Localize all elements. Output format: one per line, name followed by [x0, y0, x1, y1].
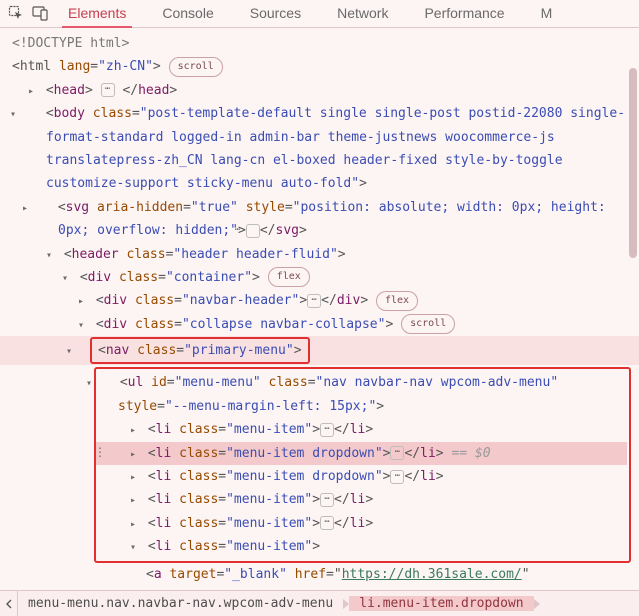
pill-scroll[interactable]: scroll — [169, 57, 223, 77]
expand-toggle-icon[interactable] — [130, 535, 140, 558]
devtools-toolbar: Elements Console Sources Network Perform… — [0, 0, 639, 28]
dom-line-li-selected[interactable]: ⋮ <li class="menu-item dropdown">⋯</li> … — [96, 442, 627, 465]
breadcrumb-segment-active[interactable]: li.menu-item.dropdown — [349, 596, 533, 611]
expand-toggle-icon[interactable] — [130, 488, 140, 511]
expand-toggle-icon[interactable] — [28, 102, 38, 125]
breadcrumb-scroll-left-icon[interactable] — [0, 591, 18, 616]
dom-line-li-3[interactable]: <li class="menu-item dropdown">⋯</li> — [96, 465, 627, 488]
dom-line-doctype[interactable]: <!DOCTYPE html> — [0, 32, 639, 55]
expand-toggle-icon[interactable] — [66, 339, 76, 362]
dom-line-svg[interactable]: <svg aria-hidden="true" style="position:… — [0, 196, 639, 243]
dom-line-container[interactable]: <div class="container"> flex — [0, 266, 639, 289]
expand-toggle-icon[interactable] — [62, 266, 72, 289]
dom-line-li-1[interactable]: <li class="menu-item">⋯</li> — [96, 418, 627, 441]
dom-line-li-5[interactable]: <li class="menu-item">⋯</li> — [96, 512, 627, 535]
dom-line-html[interactable]: <html lang="zh-CN"> scroll — [0, 55, 639, 78]
ellipsis-icon[interactable]: ⋯ — [246, 224, 260, 238]
ellipsis-icon[interactable]: ⋯ — [320, 516, 334, 530]
expand-toggle-icon[interactable] — [40, 196, 50, 219]
expand-toggle-icon[interactable] — [130, 512, 140, 535]
inspect-element-icon[interactable] — [8, 5, 24, 21]
nav-element-highlight-box: <nav class="primary-menu"> — [90, 337, 310, 364]
tab-console[interactable]: Console — [158, 5, 217, 27]
toolbar-icons — [8, 5, 50, 27]
tab-sources[interactable]: Sources — [246, 5, 305, 27]
dom-line-anchor[interactable]: <a target="_blank" href="https://dh.361s… — [0, 563, 639, 586]
dom-line-ul[interactable]: <ul id="menu-menu" class="nav navbar-nav… — [96, 371, 627, 418]
dom-line-collapse[interactable]: <div class="collapse navbar-collapse"> s… — [0, 313, 639, 336]
expand-toggle-icon[interactable] — [28, 79, 38, 102]
dom-line-navbar-header[interactable]: <div class="navbar-header">⋯</div> flex — [0, 289, 639, 312]
breadcrumb: menu-menu.nav.navbar-nav.wpcom-adv-menu … — [0, 590, 639, 616]
ellipsis-icon[interactable]: ⋯ — [390, 470, 404, 484]
tab-elements[interactable]: Elements — [64, 5, 130, 27]
tab-more-truncated[interactable]: M — [537, 5, 557, 27]
expand-toggle-icon[interactable] — [102, 371, 112, 394]
ellipsis-icon[interactable]: ⋯ — [101, 83, 115, 97]
pill-flex[interactable]: flex — [268, 267, 310, 287]
tab-network[interactable]: Network — [333, 5, 392, 27]
dom-line-li-4[interactable]: <li class="menu-item">⋯</li> — [96, 488, 627, 511]
dom-line-nav[interactable]: <nav class="primary-menu"> — [0, 336, 639, 365]
ellipsis-icon[interactable]: ⋯ — [320, 423, 334, 437]
selection-indicator-icon: ⋮ — [94, 443, 106, 465]
ellipsis-icon[interactable]: ⋯ — [307, 294, 321, 308]
ellipsis-icon[interactable]: ⋯ — [320, 493, 334, 507]
expand-toggle-icon[interactable] — [130, 418, 140, 441]
expand-toggle-icon[interactable] — [46, 243, 56, 266]
vertical-scrollbar-thumb[interactable] — [629, 68, 637, 258]
ellipsis-icon[interactable]: ⋯ — [390, 446, 404, 460]
device-toolbar-icon[interactable] — [32, 5, 50, 21]
ul-children-highlight-box: <ul id="menu-menu" class="nav navbar-nav… — [94, 367, 631, 562]
dom-line-body[interactable]: <body class="post-template-default singl… — [0, 102, 639, 196]
expand-toggle-icon[interactable] — [78, 313, 88, 336]
tab-performance[interactable]: Performance — [420, 5, 508, 27]
devtools-tabs: Elements Console Sources Network Perform… — [64, 0, 556, 27]
pill-flex[interactable]: flex — [376, 291, 418, 311]
dom-line-head[interactable]: <head> ⋯ </head> — [0, 79, 639, 102]
pill-scroll[interactable]: scroll — [401, 314, 455, 334]
expand-toggle-icon[interactable] — [130, 465, 140, 488]
breadcrumb-segment[interactable]: menu-menu.nav.navbar-nav.wpcom-adv-menu — [18, 596, 343, 611]
breadcrumb-separator-icon — [534, 599, 540, 609]
dom-tree-panel[interactable]: <!DOCTYPE html> <html lang="zh-CN"> scro… — [0, 28, 639, 586]
dom-line-header[interactable]: <header class="header header-fluid"> — [0, 243, 639, 266]
dom-line-li-6-open[interactable]: <li class="menu-item"> — [96, 535, 627, 558]
expand-toggle-icon[interactable] — [130, 442, 140, 465]
expand-toggle-icon[interactable] — [78, 289, 88, 312]
